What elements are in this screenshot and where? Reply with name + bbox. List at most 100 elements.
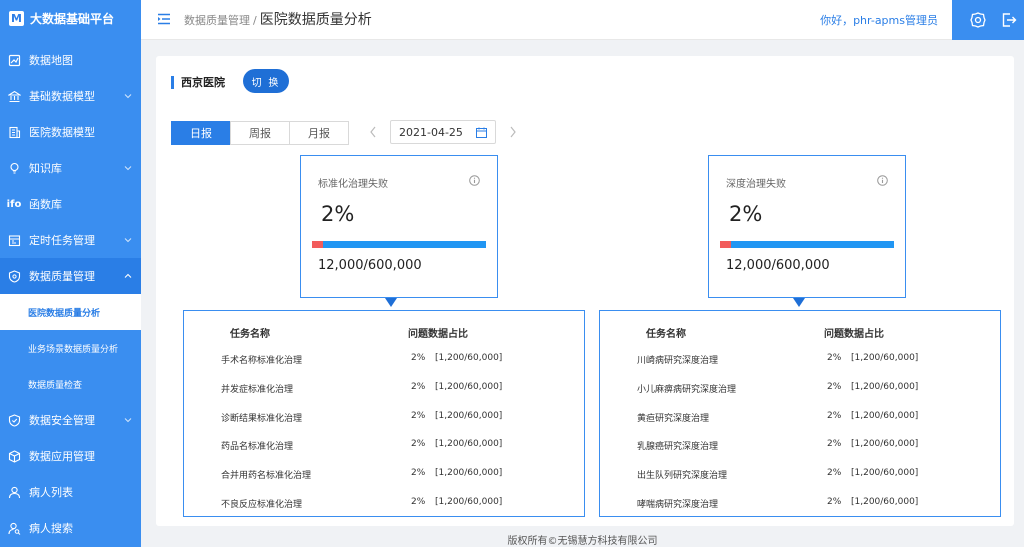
task-name: 不良反应标准化治理 [221,500,303,510]
sidebar-item-knowledge[interactable]: 知识库 [0,150,141,186]
stat-card-standardization: 标准化治理失败 2% 12,000/600,000 [300,155,498,298]
chevron-right-icon[interactable] [508,125,518,139]
task-name: 川崎病研究深度治理 [637,356,719,366]
breadcrumb-separator: / [253,14,257,27]
sidebar-item-data-security[interactable]: 数据安全管理 [0,402,141,438]
stat-progress-fail [720,241,732,248]
connector-arrow [793,298,805,307]
user-greeting[interactable]: 你好，phr-apms管理员 [820,12,938,28]
table-row[interactable]: 小儿麻痹病研究深度治理 2% [1,200/60,000] [600,374,1000,402]
settings-gear-icon[interactable] [969,11,987,29]
task-percent: 2% [411,411,426,421]
table-row[interactable]: 出生队列研究深度治理 2% [1,200/60,000] [600,460,1000,488]
header-actions [952,0,1024,40]
stat-progress-fail [312,241,324,248]
sidebar-item-label: 知识库 [29,162,62,175]
task-name: 并发症标准化治理 [221,385,294,395]
table-row[interactable]: 哮喘病研究深度治理 2% [1,200/60,000] [600,489,1000,517]
table-row[interactable]: 并发症标准化治理 2% [1,200/60,000] [184,374,584,402]
stat-title: 标准化治理失败 [318,179,388,190]
chevron-down-icon [124,238,132,243]
table-row[interactable]: 药品名标准化治理 2% [1,200/60,000] [184,431,584,459]
sidebar-item-data-map[interactable]: 数据地图 [0,42,141,78]
main-content: 西京医院 切 换 日报 周报 月报 2021-04-25 标准化治理失败 2% … [156,56,1014,526]
column-header-ratio: 问题数据占比 [408,329,468,340]
tab-daily[interactable]: 日报 [171,121,231,145]
task-name: 手术名称标准化治理 [221,356,303,366]
stat-percent: 2% [729,202,763,226]
hospital-label: 西京医院 [171,74,225,90]
footer-copyright: 版权所有©无锡慧方科技有限公司 [507,536,658,547]
sidebar-item-label: 函数库 [29,198,62,211]
task-range: [1,200/60,000] [851,411,919,421]
stat-card-deep: 深度治理失败 2% 12,000/600,000 [708,155,906,298]
sidebar-item-data-quality[interactable]: 数据质量管理 [0,258,141,294]
table-row[interactable]: 川崎病研究深度治理 2% [1,200/60,000] [600,345,1000,373]
sidebar-item-label: 数据地图 [29,54,73,67]
sidebar-item-scheduled-tasks[interactable]: 定时任务管理 [0,222,141,258]
task-range: [1,200/60,000] [435,497,503,507]
task-percent: 2% [827,411,842,421]
task-percent: 2% [411,497,426,507]
task-name: 乳腺癌研究深度治理 [637,442,719,452]
breadcrumb-parent[interactable]: 数据质量管理 [184,12,250,28]
sidebar-item-hospital-model[interactable]: 医院数据模型 [0,114,141,150]
menu-collapse-icon[interactable] [157,12,171,26]
sidebar-item-functions[interactable]: ifo 函数库 [0,186,141,222]
table-row[interactable]: 黄疸研究深度治理 2% [1,200/60,000] [600,403,1000,431]
task-name: 出生队列研究深度治理 [637,471,728,481]
calendar-icon [476,127,487,138]
chevron-down-icon [124,418,132,423]
table-row[interactable]: 乳腺癌研究深度治理 2% [1,200/60,000] [600,431,1000,459]
sidebar-subitem-scenario-quality[interactable]: 业务场景数据质量分析 [0,330,141,366]
info-icon[interactable] [877,175,888,186]
sidebar-item-label: 病人搜索 [29,522,73,535]
task-percent: 2% [827,353,842,363]
task-range: [1,200/60,000] [435,411,503,421]
table-row[interactable]: 不良反应标准化治理 2% [1,200/60,000] [184,489,584,517]
sidebar-item-label: 病人列表 [29,486,73,499]
task-percent: 2% [411,468,426,478]
user-search-icon [7,521,21,535]
bank-icon [7,89,21,103]
map-icon [7,53,21,67]
tab-weekly[interactable]: 周报 [230,121,290,145]
sidebar-item-label: 数据应用管理 [29,450,95,463]
table-row[interactable]: 诊断结果标准化治理 2% [1,200/60,000] [184,403,584,431]
task-range: [1,200/60,000] [851,439,919,449]
sidebar-item-patient-list[interactable]: 病人列表 [0,474,141,510]
stat-ratio: 12,000/600,000 [726,258,830,273]
task-table-deep: 任务名称 问题数据占比 川崎病研究深度治理 2% [1,200/60,000] 小儿… [599,310,1001,517]
sidebar-item-data-apps[interactable]: 数据应用管理 [0,438,141,474]
sidebar-subitem-quality-check[interactable]: 数据质量检查 [0,366,141,402]
hospital-doc-icon [7,125,21,139]
date-picker[interactable]: 2021-04-25 [390,120,496,144]
shield-check-icon [7,413,21,427]
user-icon [7,485,21,499]
task-name: 诊断结果标准化治理 [221,414,303,424]
chevron-left-icon[interactable] [368,125,378,139]
switch-hospital-button[interactable]: 切 换 [243,69,289,93]
connector-arrow [385,298,397,307]
table-row[interactable]: 手术名称标准化治理 2% [1,200/60,000] [184,345,584,373]
page-title: 医院数据质量分析 [259,12,372,28]
sidebar-item-label: 数据质量管理 [29,270,95,283]
sidebar-subitem-hospital-quality[interactable]: 医院数据质量分析 [0,294,141,330]
table-row[interactable]: 合并用药名标准化治理 2% [1,200/60,000] [184,460,584,488]
task-percent: 2% [827,439,842,449]
task-percent: 2% [411,439,426,449]
column-header-ratio: 问题数据占比 [824,329,884,340]
task-percent: 2% [827,497,842,507]
chevron-up-icon [124,273,132,278]
brand[interactable]: M 大数据基础平台 [0,0,141,36]
logout-icon[interactable] [1000,11,1018,29]
sidebar-item-patient-search[interactable]: 病人搜索 [0,510,141,546]
top-header: 数据质量管理 / 医院数据质量分析 你好，phr-apms管理员 [141,0,1024,40]
tab-monthly[interactable]: 月报 [289,121,349,145]
info-icon[interactable] [469,175,480,186]
task-table-standardization: 任务名称 问题数据占比 手术名称标准化治理 2% [1,200/60,000] 并发… [183,310,585,517]
brand-logo-icon: M [9,10,24,26]
sidebar-item-base-model[interactable]: 基础数据模型 [0,78,141,114]
lightbulb-icon [7,161,21,175]
column-header-task: 任务名称 [230,329,270,340]
